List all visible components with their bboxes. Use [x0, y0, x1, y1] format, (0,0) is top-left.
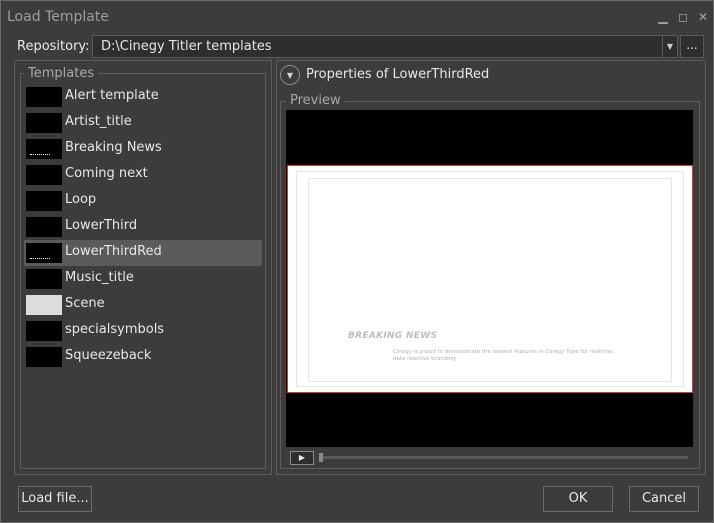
template-thumbnail	[26, 113, 62, 133]
template-name: Squeezeback	[65, 348, 152, 363]
template-item[interactable]: Coming next	[24, 162, 262, 188]
template-item[interactable]: Loop	[24, 188, 262, 214]
template-thumbnail	[26, 165, 62, 185]
template-item[interactable]: Squeezeback	[24, 344, 262, 370]
template-thumbnail	[26, 243, 62, 263]
properties-title: Properties of LowerThirdRed	[306, 67, 490, 82]
template-name: specialsymbols	[65, 322, 165, 337]
template-thumbnail	[26, 217, 62, 237]
template-thumbnail	[26, 321, 62, 341]
repository-combobox[interactable]: D:\Cinegy Titler templates ▼	[92, 35, 678, 58]
preview-card: BREAKING NEWS Cinegy is proud to demonst…	[287, 165, 693, 393]
repository-label: Repository:	[17, 39, 90, 54]
maximize-icon[interactable]: ◻	[677, 11, 689, 23]
template-name: Breaking News	[65, 140, 162, 155]
preview-headline: BREAKING NEWS	[348, 331, 438, 341]
template-thumbnail	[26, 347, 62, 367]
template-item[interactable]: Scene	[24, 292, 262, 318]
chevron-down-icon[interactable]: ▼	[662, 36, 677, 57]
template-name: Coming next	[65, 166, 148, 181]
thumbnail-detail	[30, 258, 50, 261]
template-thumbnail	[26, 191, 62, 211]
cancel-button[interactable]: Cancel	[629, 486, 699, 512]
template-name: Loop	[65, 192, 97, 207]
template-thumbnail	[26, 139, 62, 159]
preview-legend: Preview	[286, 93, 345, 108]
template-item[interactable]: LowerThirdRed	[24, 240, 262, 266]
minimize-icon[interactable]: ▁	[657, 11, 669, 23]
template-item[interactable]: LowerThird	[24, 214, 262, 240]
load-file-button[interactable]: Load file...	[18, 486, 92, 512]
template-thumbnail	[26, 87, 62, 107]
window-title: Load Template	[7, 9, 109, 25]
template-name: Alert template	[65, 88, 159, 103]
ok-button[interactable]: OK	[543, 486, 613, 512]
title-bar: Load Template ▁ ◻ ✕	[1, 1, 713, 33]
template-name: LowerThirdRed	[65, 244, 162, 259]
template-item[interactable]: specialsymbols	[24, 318, 262, 344]
template-name: Music_title	[65, 270, 134, 285]
template-thumbnail	[26, 269, 62, 289]
play-button[interactable]: ▶	[290, 451, 314, 465]
template-name: LowerThird	[65, 218, 138, 233]
template-name: Artist_title	[65, 114, 132, 129]
thumbnail-detail	[30, 154, 50, 157]
template-thumbnail	[26, 295, 62, 315]
preview-timeline[interactable]	[322, 456, 688, 459]
template-item[interactable]: Artist_title	[24, 110, 262, 136]
close-icon[interactable]: ✕	[697, 11, 709, 23]
preview-subline: Cinegy is proud to demonstrate the newes…	[393, 349, 615, 362]
template-item[interactable]: Alert template	[24, 84, 262, 110]
timeline-handle[interactable]	[319, 453, 323, 462]
repository-value: D:\Cinegy Titler templates	[101, 39, 272, 54]
template-item[interactable]: Music_title	[24, 266, 262, 292]
template-name: Scene	[65, 296, 105, 311]
template-item[interactable]: Breaking News	[24, 136, 262, 162]
collapse-toggle-icon[interactable]: ▼	[280, 65, 300, 85]
browse-repository-button[interactable]: ...	[680, 35, 704, 58]
templates-legend: Templates	[24, 66, 99, 81]
templates-list: Alert template Artist_title Breaking News C…	[24, 84, 262, 370]
